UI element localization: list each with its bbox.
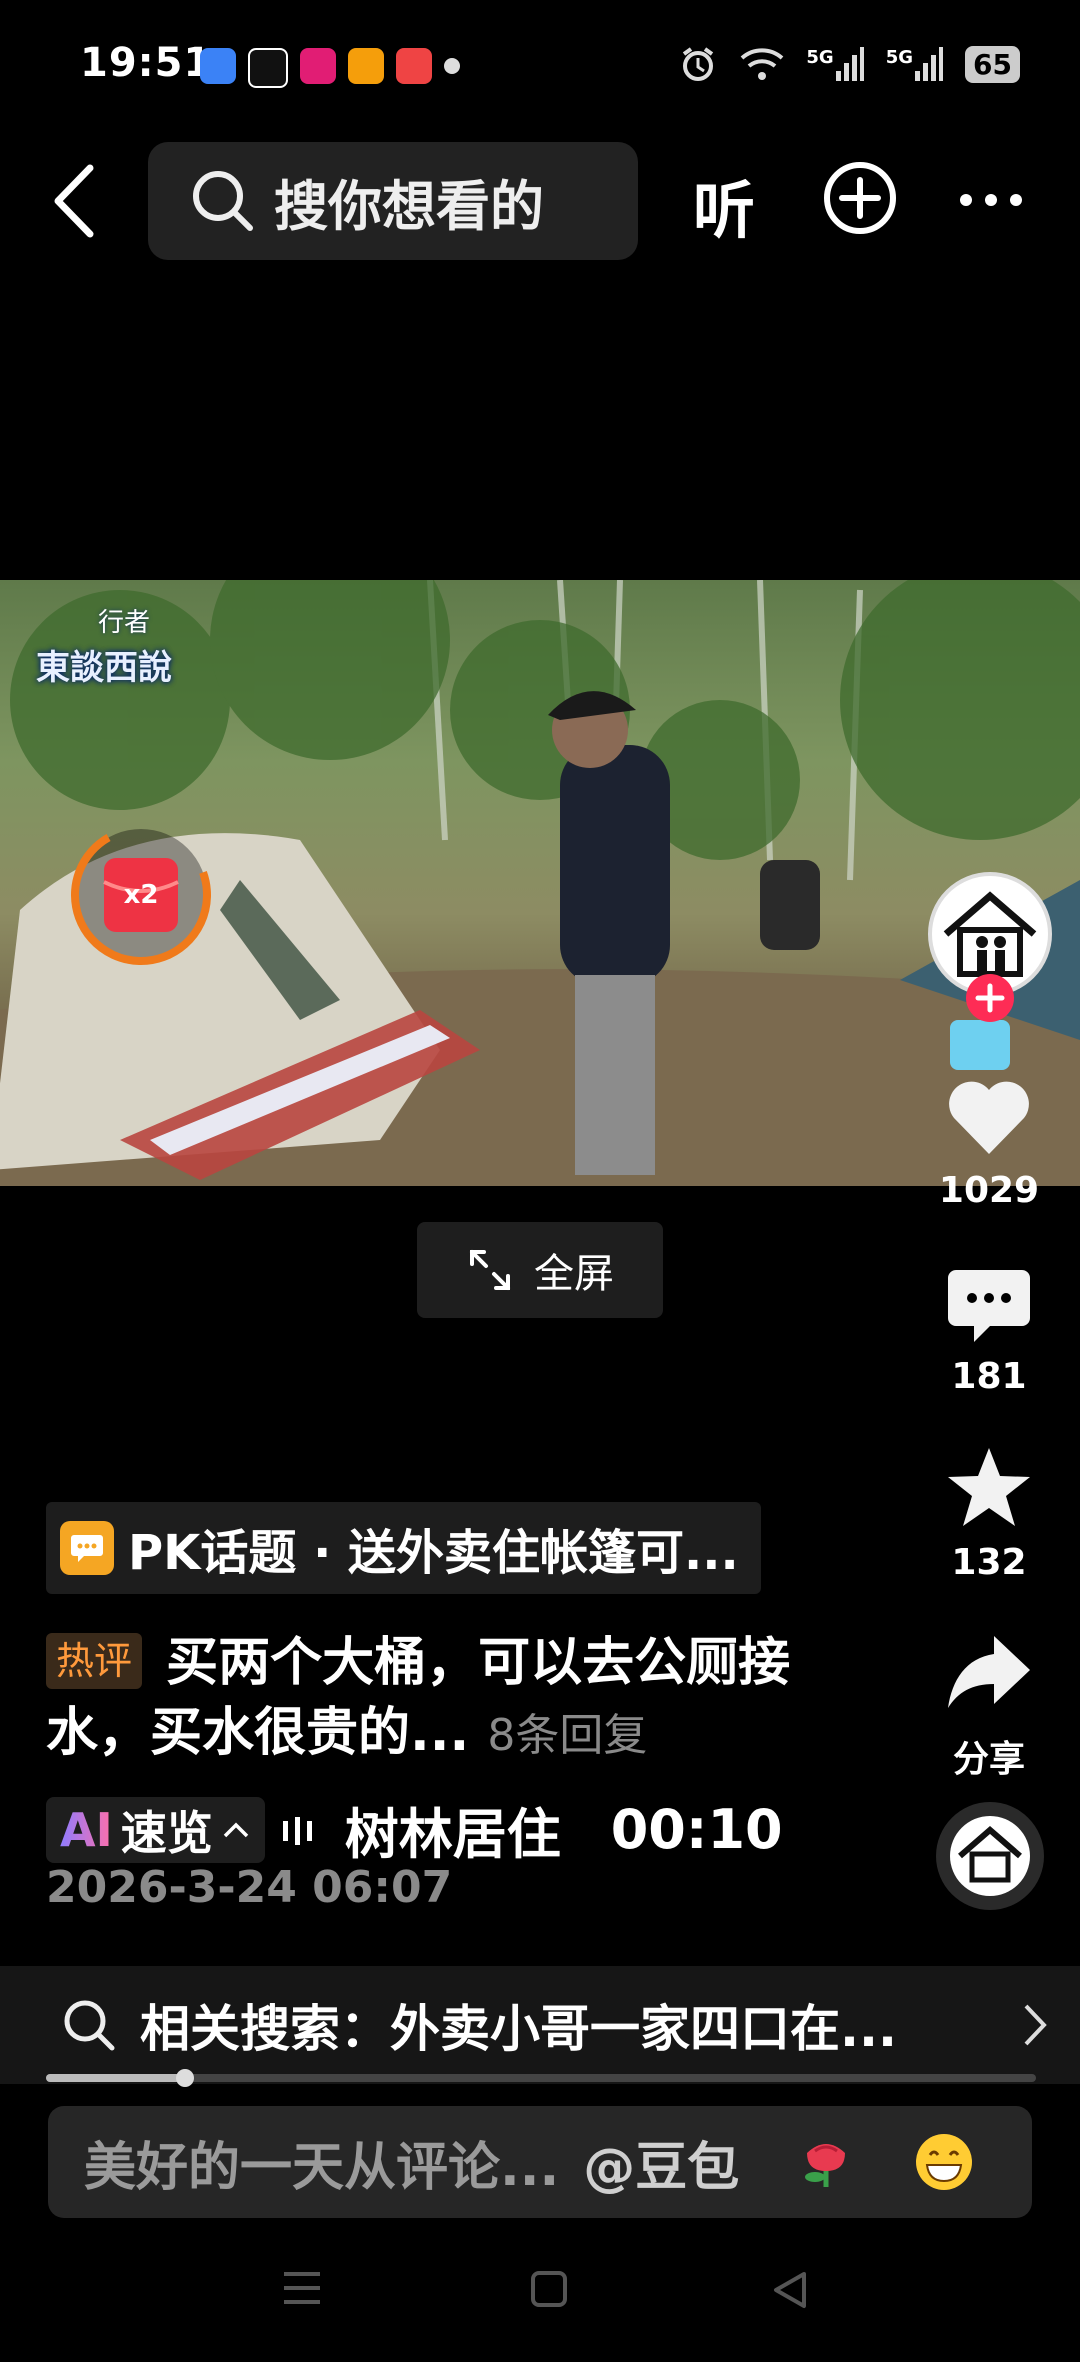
ai-prefix: AI	[60, 1802, 113, 1857]
rose-emoji-icon[interactable]	[795, 2131, 857, 2193]
shop-notification-icon	[300, 48, 336, 84]
net-type-1: 5G	[806, 47, 834, 68]
share-label[interactable]: 分享	[929, 1730, 1049, 1782]
ai-overview-label: 速览	[120, 1805, 213, 1860]
chevron-right-icon	[1024, 2004, 1047, 2046]
expand-icon	[470, 1250, 510, 1290]
signal-bars-icon	[915, 47, 944, 81]
share-icon[interactable]	[946, 1632, 1032, 1710]
reward-badge[interactable]: x2	[66, 820, 216, 970]
post-date: 2026-3-24 06:07	[46, 1862, 453, 1913]
gift-notification-icon	[348, 48, 384, 84]
status-indicators: 5G 5G 65	[678, 44, 1020, 84]
signal-2-icon: 5G	[885, 47, 944, 81]
home-nav-icon[interactable]	[530, 2270, 568, 2308]
more-icon[interactable]	[958, 190, 1024, 210]
back-icon[interactable]	[50, 162, 100, 240]
like-heart-icon[interactable]	[946, 1078, 1032, 1156]
grin-emoji-icon[interactable]	[913, 2131, 975, 2193]
hot-comment-tag: 热评	[46, 1633, 143, 1689]
signal-1-icon: 5G	[806, 47, 864, 81]
favorite-count: 132	[951, 1542, 1027, 1583]
search-placeholder: 搜你想看的	[274, 174, 544, 238]
reply-count[interactable]: 8条回复	[487, 1710, 647, 1761]
topic-chat-icon	[60, 1521, 114, 1575]
chevron-up-icon	[223, 1822, 248, 1837]
comment-placeholder: 美好的一天从评论...	[84, 2137, 560, 2198]
net-type-2: 5G	[885, 47, 914, 68]
ai-overview-button[interactable]: AI 速览	[46, 1796, 265, 1863]
comment-input[interactable]: 美好的一天从评论... @豆包	[48, 2106, 1032, 2218]
comment-icon[interactable]	[946, 1266, 1032, 1346]
alarm-icon	[683, 47, 714, 81]
related-search-bar[interactable]: 相关搜索：外卖小哥一家四口在...	[0, 1966, 1080, 2084]
audio-wave-icon	[282, 1816, 312, 1845]
status-time: 19:51	[80, 40, 213, 86]
add-icon[interactable]	[822, 160, 898, 236]
more-notifications-dot	[444, 58, 460, 74]
watermark-logo: 東談西說	[36, 648, 172, 688]
wifi-icon	[741, 48, 784, 80]
reward-multiplier: x2	[123, 880, 159, 910]
menu-nav-icon[interactable]	[282, 2270, 322, 2306]
like-count: 1029	[938, 1170, 1040, 1211]
music-disc-avatar-icon	[936, 1802, 1044, 1910]
signal-bars-icon	[835, 47, 864, 81]
search-icon	[64, 2000, 115, 2051]
hot-comment-text: 买两个大桶，可以去公厕接水，买水很贵的...	[46, 1633, 791, 1763]
follow-plus-icon[interactable]	[964, 972, 1016, 1024]
video-notification-icon	[396, 48, 432, 84]
video-player[interactable]: 行者 東談西說 x2	[0, 580, 1080, 1186]
comment-count: 181	[951, 1356, 1027, 1397]
ai-summary-text: 树林居住	[344, 1803, 561, 1866]
listen-button[interactable]: 听	[693, 160, 755, 250]
hot-comment[interactable]: 热评 买两个大桶，可以去公厕接水，买水很贵的... 8条回复	[46, 1628, 846, 1771]
ai-summary-time: 00:10	[610, 1798, 783, 1861]
tiktok-notification-icon	[248, 48, 288, 88]
back-nav-icon[interactable]	[770, 2270, 810, 2310]
search-icon	[193, 171, 253, 231]
ai-summary-row[interactable]: AI 速览 树林居住 00:10	[46, 1790, 783, 1869]
related-search-text: 相关搜索：外卖小哥一家四口在...	[140, 2000, 897, 2058]
favorite-star-icon[interactable]	[944, 1444, 1034, 1530]
app-notification-icon	[200, 48, 236, 84]
watermark-top: 行者	[98, 608, 151, 638]
topic-text: PK话题 · 送外卖住帐篷可...	[128, 1525, 739, 1581]
progress-fill	[46, 2074, 185, 2082]
pk-topic-chip[interactable]: PK话题 · 送外卖住帐篷可...	[46, 1502, 761, 1594]
playback-progress-bar[interactable]	[46, 2069, 1036, 2087]
search-input[interactable]: 搜你想看的	[148, 142, 638, 260]
notification-icons	[200, 48, 460, 88]
progress-knob[interactable]	[175, 2069, 194, 2087]
mention-button[interactable]: @豆包	[583, 2125, 739, 2200]
music-disc[interactable]	[934, 1800, 1046, 1912]
fullscreen-label: 全屏	[534, 1251, 614, 1297]
battery-indicator: 65	[965, 45, 1020, 83]
fullscreen-button[interactable]: 全屏	[417, 1222, 663, 1318]
